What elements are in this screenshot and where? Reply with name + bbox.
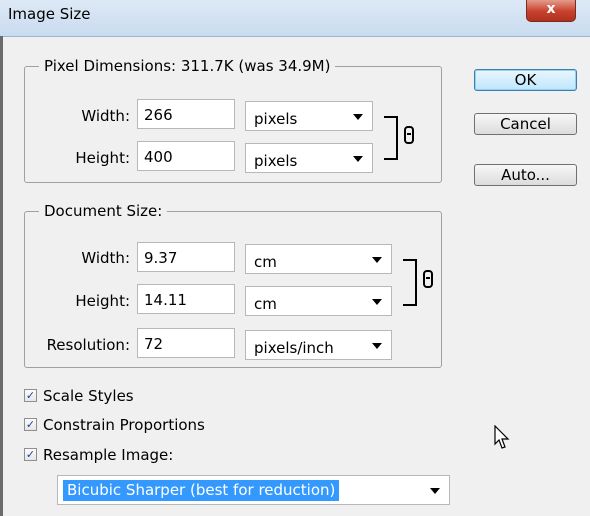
window-left-edge	[0, 36, 3, 516]
resample-method-select[interactable]: Bicubic Sharper (best for reduction)	[57, 475, 450, 505]
chevron-down-icon	[353, 114, 363, 120]
resolution-unit-value: pixels/inch	[254, 339, 334, 357]
pixel-constrain-bracket	[384, 116, 398, 160]
pixel-height-input[interactable]: 400	[137, 141, 235, 171]
mouse-pointer-icon	[494, 425, 510, 449]
document-height-input[interactable]: 14.11	[137, 284, 235, 314]
resample-method-value: Bicubic Sharper (best for reduction)	[63, 480, 340, 501]
pixel-height-label: Height:	[75, 149, 130, 167]
pixel-width-unit-select[interactable]: pixels	[245, 101, 373, 131]
resolution-unit-select[interactable]: pixels/inch	[245, 330, 392, 360]
chevron-down-icon	[430, 488, 440, 494]
resolution-input[interactable]: 72	[137, 328, 235, 358]
auto-button[interactable]: Auto...	[474, 164, 577, 186]
close-button[interactable]: x	[526, 0, 576, 22]
pixel-height-unit-value: pixels	[254, 152, 298, 170]
document-height-label: Height:	[75, 292, 130, 310]
chevron-down-icon	[372, 299, 382, 305]
title-bar: Image Size x	[0, 0, 590, 37]
document-height-unit-select[interactable]: cm	[245, 286, 392, 316]
document-width-unit-select[interactable]: cm	[245, 244, 392, 274]
checkmark-icon: ✓	[24, 448, 37, 461]
pixel-height-unit-select[interactable]: pixels	[245, 143, 373, 173]
chevron-down-icon	[353, 156, 363, 162]
link-chain-icon	[423, 270, 433, 288]
pixel-dimensions-legend: Pixel Dimensions: 311.7K (was 34.9M)	[44, 57, 331, 75]
document-size-legend: Document Size:	[44, 202, 163, 220]
document-width-input[interactable]: 9.37	[137, 242, 235, 272]
ok-button[interactable]: OK	[474, 69, 577, 91]
scale-styles-label: Scale Styles	[43, 387, 134, 405]
chevron-down-icon	[372, 343, 382, 349]
document-width-label: Width:	[81, 249, 130, 267]
resolution-label: Resolution:	[46, 336, 130, 354]
pixel-width-label: Width:	[81, 107, 130, 125]
document-width-unit-value: cm	[254, 253, 277, 271]
cancel-button[interactable]: Cancel	[474, 113, 577, 135]
pixel-width-input[interactable]: 266	[137, 99, 235, 129]
chevron-down-icon	[372, 257, 382, 263]
resample-image-label: Resample Image:	[43, 446, 174, 464]
document-height-unit-value: cm	[254, 295, 277, 313]
pixel-width-unit-value: pixels	[254, 110, 298, 128]
close-icon: x	[546, 1, 556, 17]
checkmark-icon: ✓	[24, 389, 37, 402]
constrain-proportions-label: Constrain Proportions	[43, 416, 205, 434]
window-title: Image Size	[8, 5, 91, 23]
link-chain-icon	[404, 126, 414, 144]
checkmark-icon: ✓	[24, 418, 37, 431]
document-constrain-bracket	[403, 259, 417, 306]
